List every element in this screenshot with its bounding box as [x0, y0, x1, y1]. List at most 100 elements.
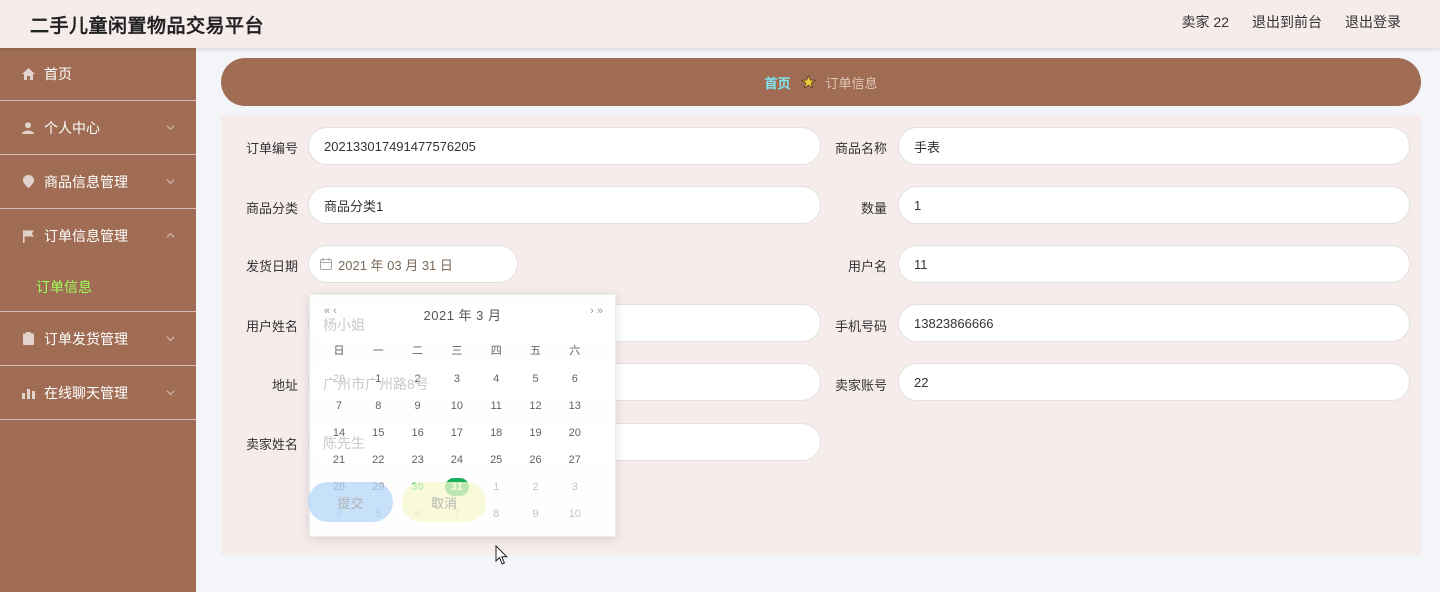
day-number: 9 [414, 400, 421, 412]
day-number: 6 [571, 373, 578, 385]
day-cell[interactable]: 3 [560, 477, 590, 497]
seller-account-label: 卖家账号 [834, 378, 887, 393]
product-name-label: 商品名称 [834, 141, 887, 156]
day-cell[interactable]: 13 [560, 396, 590, 416]
day-number: 4 [493, 373, 500, 385]
day-cell[interactable]: 8 [363, 396, 393, 416]
sidebar-item-products[interactable]: 商品信息管理 [0, 155, 196, 209]
day-number: 22 [372, 454, 385, 466]
day-number: 10 [450, 400, 464, 412]
seller-account-field[interactable]: 22 [898, 363, 1410, 401]
day-cell[interactable]: 10 [442, 396, 472, 416]
sidebar-item-profile[interactable]: 个人中心 [0, 101, 196, 155]
day-cell[interactable]: 23 [403, 450, 433, 470]
day-cell[interactable]: 1 [363, 369, 393, 389]
day-number: 27 [568, 454, 581, 466]
day-number: 7 [335, 400, 343, 412]
day-number: 19 [529, 427, 542, 439]
order-no-field[interactable]: 202133017491477576205 [308, 127, 821, 165]
seller-name-label: 卖家姓名 [245, 437, 298, 452]
day-cell[interactable]: 10 [560, 504, 590, 524]
day-cell[interactable]: 9 [403, 396, 433, 416]
app-title: 二手儿童闲置物品交易平台 [30, 16, 265, 37]
day-cell[interactable]: 25 [481, 450, 511, 470]
cancel-button[interactable]: 取消 [402, 482, 486, 522]
sidebar-item-home[interactable]: 首页 [0, 48, 196, 101]
mouse-cursor-icon [495, 545, 509, 565]
day-number: 8 [493, 508, 500, 520]
sidebar-item-label: 在线聊天管理 [44, 384, 128, 401]
ship-date-field[interactable]: 2021 年 03 月 31 日 [308, 245, 518, 283]
day-number: 23 [411, 454, 424, 466]
day-cell[interactable]: 12 [521, 396, 551, 416]
category-label: 商品分类 [245, 201, 298, 216]
day-number: 28 [332, 373, 346, 385]
next-month-button[interactable]: › » [590, 305, 603, 317]
sidebar-item-orders[interactable]: 订单信息管理 [0, 209, 196, 263]
day-cell[interactable]: 14 [324, 423, 354, 443]
weekday-header: 三 [451, 345, 463, 357]
quantity-field[interactable]: 1 [898, 186, 1410, 224]
top-header: 二手儿童闲置物品交易平台 卖家 22 退出到前台 退出登录 [0, 0, 1440, 48]
day-cell[interactable]: 3 [442, 369, 472, 389]
day-cell[interactable]: 24 [442, 450, 472, 470]
back-to-front-link[interactable]: 退出到前台 [1252, 12, 1322, 32]
chevron-up-icon [166, 232, 175, 238]
phone-label: 手机号码 [834, 319, 887, 334]
day-cell[interactable]: 27 [560, 450, 590, 470]
day-cell[interactable]: 17 [442, 423, 472, 443]
category-field[interactable]: 商品分类1 [308, 186, 821, 224]
weekday-header: 二 [412, 345, 424, 357]
day-number: 5 [532, 373, 539, 385]
day-cell[interactable]: 9 [521, 504, 551, 524]
day-number: 21 [332, 454, 346, 466]
sidebar-item-label: 个人中心 [44, 119, 100, 136]
day-cell[interactable]: 16 [403, 423, 433, 443]
day-cell[interactable]: 22 [363, 450, 393, 470]
bar-chart-icon [21, 386, 35, 400]
day-number: 26 [529, 454, 542, 466]
day-number: 1 [375, 373, 382, 385]
day-cell[interactable]: 28 [324, 369, 354, 389]
day-cell[interactable]: 7 [324, 396, 354, 416]
day-cell[interactable]: 19 [521, 423, 551, 443]
username-label: 用户名 [847, 259, 887, 274]
current-user-label: 卖家 22 [1181, 14, 1229, 30]
day-cell[interactable]: 2 [403, 369, 433, 389]
day-number: 3 [453, 373, 460, 385]
chevron-down-icon [166, 389, 175, 395]
sidebar-item-shipping[interactable]: 订单发货管理 [0, 312, 196, 366]
day-number: 17 [450, 427, 464, 439]
day-cell[interactable]: 18 [481, 423, 511, 443]
day-cell[interactable]: 2 [521, 477, 551, 497]
day-cell[interactable]: 20 [560, 423, 590, 443]
calendar-icon [320, 258, 332, 270]
sidebar-item-label: 订单信息管理 [44, 228, 128, 244]
sidebar-item-chat[interactable]: 在线聊天管理 [0, 366, 196, 420]
username-field[interactable]: 11 [898, 245, 1410, 283]
day-cell[interactable]: 4 [481, 369, 511, 389]
day-cell[interactable]: 15 [363, 423, 393, 443]
day-number: 1 [493, 481, 500, 493]
day-cell[interactable]: 26 [521, 450, 551, 470]
phone-field[interactable]: 13823866666 [898, 304, 1410, 342]
day-number: 18 [490, 427, 503, 439]
date-picker-title: 2021 年 3 月 [423, 308, 502, 323]
submenu-item-order-info[interactable]: 订单信息 [0, 263, 196, 312]
product-name-field[interactable]: 手表 [898, 127, 1410, 165]
day-cell[interactable]: 6 [560, 369, 590, 389]
weekday-header: 四 [490, 345, 502, 357]
sidebar-item-label: 商品信息管理 [44, 173, 128, 190]
weekday-header: 日 [333, 345, 345, 357]
breadcrumb-home-link[interactable]: 首页 [764, 73, 790, 92]
user-icon [21, 121, 35, 135]
submit-button[interactable]: 提交 [308, 482, 393, 522]
submit-button-label: 提交 [337, 496, 364, 511]
day-cell[interactable]: 5 [521, 369, 551, 389]
day-number: 20 [568, 427, 581, 439]
day-cell[interactable]: 11 [481, 396, 511, 416]
day-cell[interactable]: 21 [324, 450, 354, 470]
sidebar: 首页 个人中心 商品信息管理 订单信息管理 订单信息 订单发货管理 在线聊天管理 [0, 48, 196, 592]
day-number: 2 [414, 373, 421, 385]
logout-link[interactable]: 退出登录 [1345, 12, 1401, 32]
